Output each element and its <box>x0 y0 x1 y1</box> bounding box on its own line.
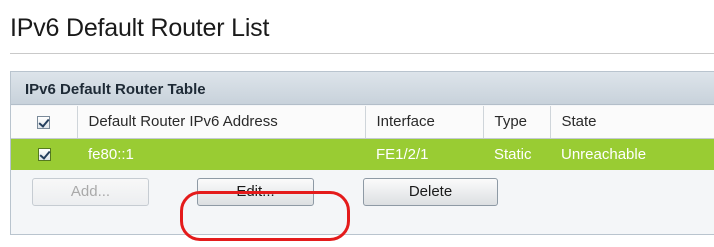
column-header-state: State <box>550 106 714 139</box>
cell-type: Static <box>483 138 550 170</box>
column-header-type: Type <box>483 106 551 139</box>
checkbox-checked-icon[interactable] <box>37 115 51 129</box>
header-select-all-cell[interactable] <box>11 106 78 139</box>
panel-header: IPv6 Default Router Table <box>11 72 714 105</box>
column-header-address: Default Router IPv6 Address <box>77 106 366 139</box>
router-table-panel: IPv6 Default Router Table Default Router… <box>10 71 714 235</box>
checkbox-checked-icon[interactable] <box>37 148 51 162</box>
cell-state: Unreachable <box>550 138 714 170</box>
delete-button[interactable]: Delete <box>363 178 498 206</box>
title-divider <box>10 53 714 54</box>
cell-interface: FE1/2/1 <box>365 138 483 170</box>
button-bar: Add... Edit... Delete <box>11 172 714 210</box>
table-row[interactable]: fe80::1 FE1/2/1 Static Unreachable <box>11 138 714 170</box>
column-header-interface: Interface <box>365 106 484 139</box>
router-table: Default Router IPv6 Address Interface Ty… <box>11 106 714 170</box>
page-title: IPv6 Default Router List <box>10 14 270 42</box>
row-select-cell[interactable] <box>11 138 77 170</box>
table-header-row: Default Router IPv6 Address Interface Ty… <box>11 106 714 139</box>
panel-title: IPv6 Default Router Table <box>25 81 206 98</box>
edit-button[interactable]: Edit... <box>197 178 314 206</box>
add-button[interactable]: Add... <box>32 178 149 206</box>
cell-address: fe80::1 <box>77 138 365 170</box>
